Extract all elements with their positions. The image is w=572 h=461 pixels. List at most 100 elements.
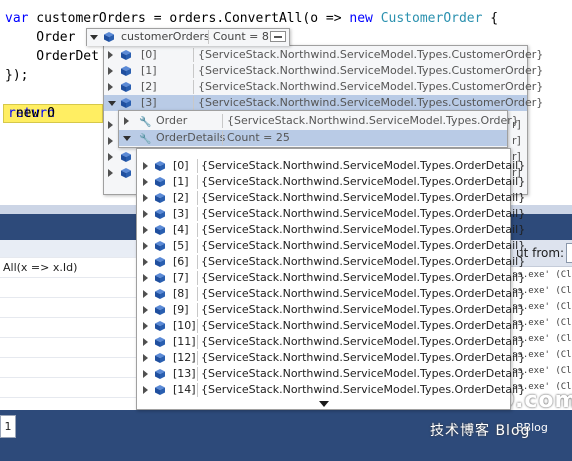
expand-arrow-icon[interactable] bbox=[108, 153, 113, 161]
object-cube-icon bbox=[121, 98, 131, 108]
object-cube-icon bbox=[155, 353, 165, 363]
expand-arrow-icon[interactable] bbox=[143, 338, 148, 346]
object-cube-icon bbox=[155, 321, 165, 331]
expand-arrow-icon[interactable] bbox=[108, 83, 113, 91]
list-item[interactable]: [2] {ServiceStack.Northwind.ServiceModel.… bbox=[104, 79, 543, 95]
expand-arrow-icon[interactable] bbox=[143, 290, 148, 298]
tab-1[interactable]: 1 bbox=[0, 415, 16, 438]
list-item[interactable]: All(x => x.Id) bbox=[0, 258, 136, 278]
expand-arrow-icon[interactable] bbox=[143, 274, 148, 282]
list-item[interactable] bbox=[0, 358, 136, 378]
list-item[interactable]: [14] {ServiceStack.Northwind.ServiceModel… bbox=[137, 382, 525, 398]
expand-arrow-icon[interactable] bbox=[124, 117, 129, 125]
list-item[interactable] bbox=[0, 338, 136, 358]
list-item[interactable]: [0] {ServiceStack.Northwind.ServiceModel.… bbox=[104, 47, 543, 63]
item-index: [12] bbox=[173, 351, 196, 364]
item-value: {ServiceStack.Northwind.ServiceModel.Typ… bbox=[201, 351, 526, 364]
datatip-orderdetails-list[interactable]: [0] {ServiceStack.Northwind.ServiceModel.… bbox=[136, 148, 525, 410]
list-item[interactable]: [7] {ServiceStack.Northwind.ServiceModel.… bbox=[137, 270, 525, 286]
item-value: {ServiceStack.Northwind.ServiceModel.Typ… bbox=[201, 239, 526, 252]
list-item[interactable]: [0] {ServiceStack.Northwind.ServiceModel.… bbox=[137, 158, 525, 174]
item-index: [0] bbox=[173, 159, 189, 172]
list-item[interactable]: [13] {ServiceStack.Northwind.ServiceModel… bbox=[137, 366, 525, 382]
object-cube-icon bbox=[121, 50, 131, 60]
object-cube-icon bbox=[155, 177, 165, 187]
object-cube-icon bbox=[155, 337, 165, 347]
pin-icon[interactable] bbox=[270, 31, 286, 42]
expand-arrow-icon[interactable] bbox=[143, 210, 148, 218]
expand-arrow-icon[interactable] bbox=[108, 67, 113, 75]
object-cube-icon bbox=[121, 168, 131, 178]
list-item[interactable]: [3] {ServiceStack.Northwind.ServiceModel.… bbox=[104, 95, 543, 111]
list-item[interactable]: [1] {ServiceStack.Northwind.ServiceModel.… bbox=[137, 174, 525, 190]
item-value: {ServiceStack.Northwind.ServiceModel.Typ… bbox=[201, 159, 526, 172]
list-item[interactable] bbox=[0, 298, 136, 318]
list-item[interactable]: [5] {ServiceStack.Northwind.ServiceModel.… bbox=[137, 238, 525, 254]
item-value: {ServiceStack.Northwind.ServiceModel.Typ… bbox=[198, 96, 544, 109]
list-item[interactable] bbox=[0, 318, 136, 338]
item-value: {ServiceStack.Northwind.ServiceModel.Typ… bbox=[201, 319, 526, 332]
list-item[interactable]: [2] {ServiceStack.Northwind.ServiceModel.… bbox=[137, 190, 525, 206]
expand-arrow-icon[interactable] bbox=[143, 306, 148, 314]
collapse-arrow-icon[interactable] bbox=[90, 35, 98, 40]
object-cube-icon bbox=[155, 193, 165, 203]
list-item[interactable]: [6] {ServiceStack.Northwind.ServiceModel.… bbox=[137, 254, 525, 270]
collapse-arrow-icon[interactable] bbox=[123, 136, 131, 141]
expand-arrow-icon[interactable] bbox=[143, 370, 148, 378]
expand-arrow-icon[interactable] bbox=[108, 121, 113, 129]
item-value-edge: r] bbox=[512, 134, 521, 147]
variable-name: customerOrders bbox=[121, 30, 210, 43]
object-cube-icon bbox=[155, 257, 165, 267]
expand-arrow-icon[interactable] bbox=[143, 162, 148, 170]
expand-arrow-icon[interactable] bbox=[143, 322, 148, 330]
object-cube-icon bbox=[121, 152, 131, 162]
collapse-arrow-icon[interactable] bbox=[108, 101, 116, 106]
item-index: [8] bbox=[173, 287, 189, 300]
expand-arrow-icon[interactable] bbox=[143, 386, 148, 394]
list-item[interactable]: [1] {ServiceStack.Northwind.ServiceModel.… bbox=[104, 63, 543, 79]
datatip-customerorder-3[interactable]: 🔧 Order {ServiceStack.Northwind.ServiceM… bbox=[118, 110, 519, 148]
list-item[interactable]: [4] {ServiceStack.Northwind.ServiceModel.… bbox=[137, 222, 525, 238]
list-item[interactable] bbox=[0, 378, 136, 398]
list-item[interactable]: [3] {ServiceStack.Northwind.ServiceModel.… bbox=[137, 206, 525, 222]
expand-arrow-icon[interactable] bbox=[108, 169, 113, 177]
expand-arrow-icon[interactable] bbox=[143, 226, 148, 234]
item-value: {ServiceStack.Northwind.ServiceModel.Typ… bbox=[201, 271, 526, 284]
property-row-order[interactable]: 🔧 Order {ServiceStack.Northwind.ServiceM… bbox=[119, 113, 519, 129]
list-item[interactable]: [9] {ServiceStack.Northwind.ServiceModel.… bbox=[137, 302, 525, 318]
object-cube-icon bbox=[155, 273, 165, 283]
property-row-orderdetails[interactable]: 🔧 OrderDetails Count = 25 bbox=[119, 130, 507, 146]
scroll-down-icon[interactable] bbox=[319, 401, 329, 407]
datatip-customerorders-header[interactable]: customerOrders Count = 8 bbox=[86, 28, 290, 46]
list-item[interactable]: [12] {ServiceStack.Northwind.ServiceModel… bbox=[137, 350, 525, 366]
expand-arrow-icon[interactable] bbox=[143, 194, 148, 202]
status-bar bbox=[0, 410, 572, 461]
expand-arrow-icon[interactable] bbox=[143, 258, 148, 266]
item-value: {ServiceStack.Northwind.ServiceModel.Typ… bbox=[201, 223, 526, 236]
code-line-2: Order bbox=[5, 30, 76, 45]
list-item[interactable]: [8] {ServiceStack.Northwind.ServiceModel.… bbox=[137, 286, 525, 302]
item-index: [4] bbox=[173, 223, 189, 236]
list-item[interactable]: [10] {ServiceStack.Northwind.ServiceModel… bbox=[137, 318, 525, 334]
item-index: [11] bbox=[173, 335, 196, 348]
item-index: [3] bbox=[173, 207, 189, 220]
list-item[interactable] bbox=[0, 278, 136, 298]
item-value: {ServiceStack.Northwind.ServiceModel.Typ… bbox=[201, 367, 526, 380]
item-index: [6] bbox=[173, 255, 189, 268]
list-item[interactable]: [11] {ServiceStack.Northwind.ServiceModel… bbox=[137, 334, 525, 350]
item-index: [3] bbox=[141, 96, 157, 109]
item-index: [5] bbox=[173, 239, 189, 252]
expand-arrow-icon[interactable] bbox=[143, 242, 148, 250]
status-text: BBlog bbox=[516, 421, 548, 434]
object-cube-icon bbox=[121, 82, 131, 92]
code-line-3: OrderDet bbox=[5, 49, 99, 64]
expand-arrow-icon[interactable] bbox=[143, 354, 148, 362]
object-cube-icon bbox=[155, 225, 165, 235]
expand-arrow-icon[interactable] bbox=[108, 137, 113, 145]
object-cube-icon bbox=[155, 289, 165, 299]
expand-arrow-icon[interactable] bbox=[143, 178, 148, 186]
output-source-dropdown[interactable] bbox=[566, 243, 572, 263]
expand-arrow-icon[interactable] bbox=[108, 51, 113, 59]
item-value: {ServiceStack.Northwind.ServiceModel.Typ… bbox=[198, 64, 544, 77]
immediate-window[interactable]: All(x => x.Id) bbox=[0, 240, 137, 410]
